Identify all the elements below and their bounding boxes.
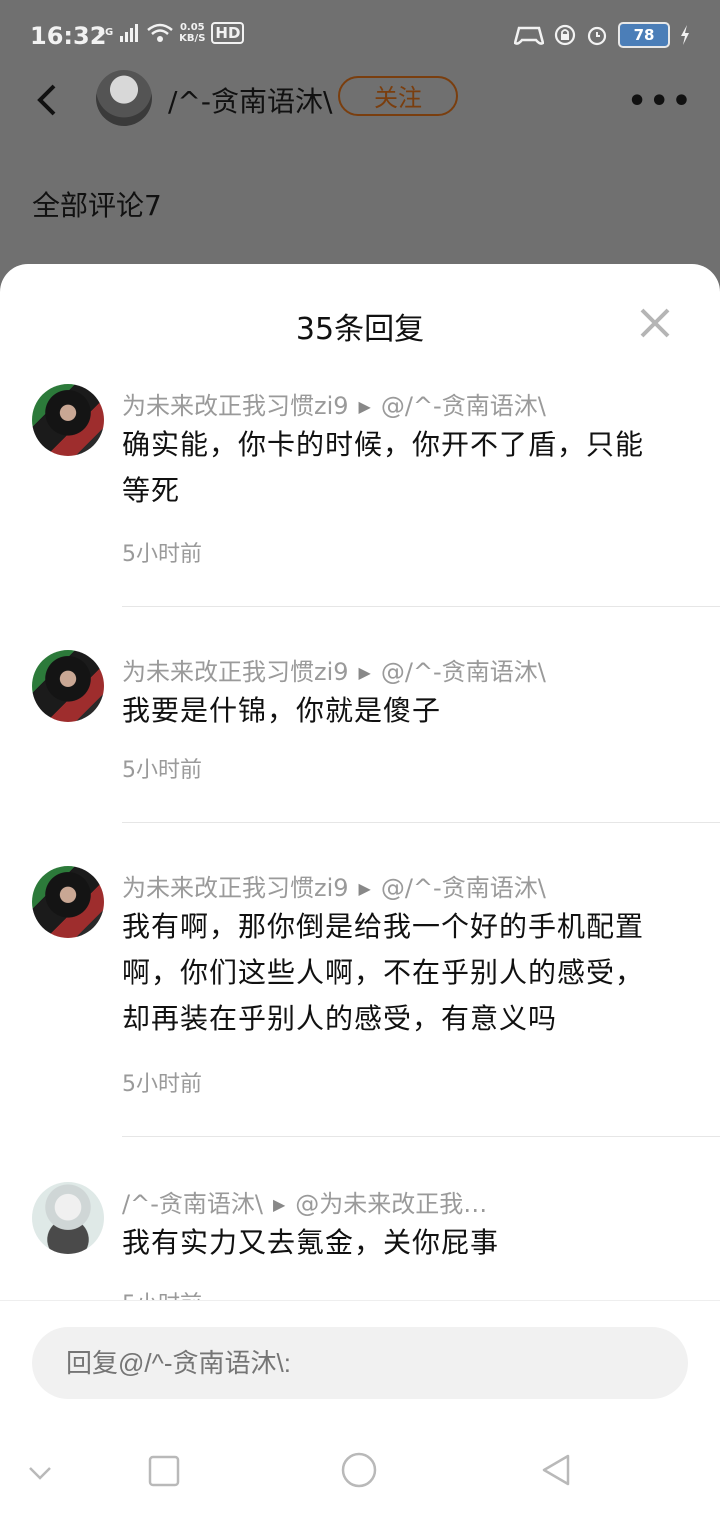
follow-button[interactable]: 关注 [338,76,458,116]
speed-unit: KB/S [179,33,206,44]
divider [122,822,720,823]
recents-icon[interactable] [148,1455,180,1487]
reply-meta: 为未来改正我习惯zi9 ▶ @/^-贪南语沐\ [122,386,546,421]
reply-text[interactable]: 我有实力又去氪金，关你屁事 [122,1220,670,1266]
speed-value: 0.05 [179,22,205,33]
all-comments-heading: 全部评论7 [32,189,162,222]
status-bar: 16:32 4G 0.05 KB/S HD 78 [0,0,720,72]
status-right-icons: 78 [514,22,690,48]
status-time: 16:32 [30,22,107,50]
reply-text[interactable]: 我有啊，那你倒是给我一个好的手机配置啊，你们这些人啊，不在乎别人的感受，却再装在… [122,904,670,1042]
reply-target[interactable]: @/^-贪南语沐\ [381,658,546,686]
sheet-title: 35条回复 [295,312,425,347]
alarm-icon [587,26,607,46]
charging-icon [681,25,689,45]
reply-meta: /^-贪南语沐\ ▶ @为未来改正我… [122,1184,487,1219]
reply-arrow-icon: ▶ [358,879,371,898]
reply-time: 5小时前 [122,542,202,567]
avatar[interactable] [32,1182,104,1254]
replies-list: 为未来改正我习惯zi9 ▶ @/^-贪南语沐\ 确实能，你卡的时候，你开不了盾，只能… [0,376,720,1300]
reply-input[interactable] [32,1327,688,1399]
replies-sheet: 35条回复 为未来改正我习惯zi9 ▶ @/^-贪南语沐\ 确实能，你卡的时候，你开… [0,264,720,1521]
back-nav-icon[interactable] [540,1453,572,1487]
reply-time: 5小时前 [122,1072,202,1097]
hd-badge: HD [211,22,245,44]
reply-author[interactable]: 为未来改正我习惯zi9 [122,658,349,686]
divider [122,606,720,607]
author-username[interactable]: /^-贪南语沐\ [168,80,332,120]
more-options-icon[interactable]: ••• [627,84,694,119]
reply-time: 5小时前 [122,758,202,783]
battery-level: 78 [618,22,670,48]
avatar[interactable] [32,384,104,456]
avatar[interactable] [32,650,104,722]
reply-text[interactable]: 我要是什锦，你就是傻子 [122,688,670,734]
lock-rotation-icon [554,24,576,46]
avatar[interactable] [32,866,104,938]
reply-author[interactable]: 为未来改正我习惯zi9 [122,392,349,420]
background-page: 16:32 4G 0.05 KB/S HD 78 /^-贪南语沐\ 关注 •••… [0,0,720,300]
network-speed: 0.05 KB/S [179,22,205,44]
signal-icon [120,24,139,42]
reply-author[interactable]: 为未来改正我习惯zi9 [122,874,349,902]
wifi-icon [147,23,173,42]
reply-target[interactable]: @/^-贪南语沐\ [381,392,546,420]
author-avatar[interactable] [96,70,152,126]
network-type: 4G [98,27,114,38]
reply-target[interactable]: @/^-贪南语沐\ [381,874,546,902]
reply-input-area [0,1300,720,1521]
back-icon[interactable] [32,80,62,120]
network-indicators: 4G 0.05 KB/S HD [98,22,245,44]
reply-text[interactable]: 确实能，你卡的时候，你开不了盾，只能等死 [122,422,670,514]
reply-time: 5小时前 [122,1286,202,1300]
gamepad-icon [514,26,544,45]
reply-author[interactable]: /^-贪南语沐\ [122,1190,263,1218]
divider [122,1136,720,1137]
reply-meta: 为未来改正我习惯zi9 ▶ @/^-贪南语沐\ [122,868,546,903]
reply-target[interactable]: @为未来改正我… [295,1190,487,1218]
system-nav-bar [0,1447,720,1517]
reply-arrow-icon: ▶ [358,663,371,682]
home-icon[interactable] [340,1451,378,1489]
chevron-down-icon[interactable] [28,1465,52,1481]
reply-meta: 为未来改正我习惯zi9 ▶ @/^-贪南语沐\ [122,652,546,687]
reply-arrow-icon: ▶ [272,1195,286,1214]
top-nav: /^-贪南语沐\ 关注 ••• [0,70,720,130]
close-icon[interactable] [638,306,672,340]
reply-arrow-icon: ▶ [358,397,371,416]
